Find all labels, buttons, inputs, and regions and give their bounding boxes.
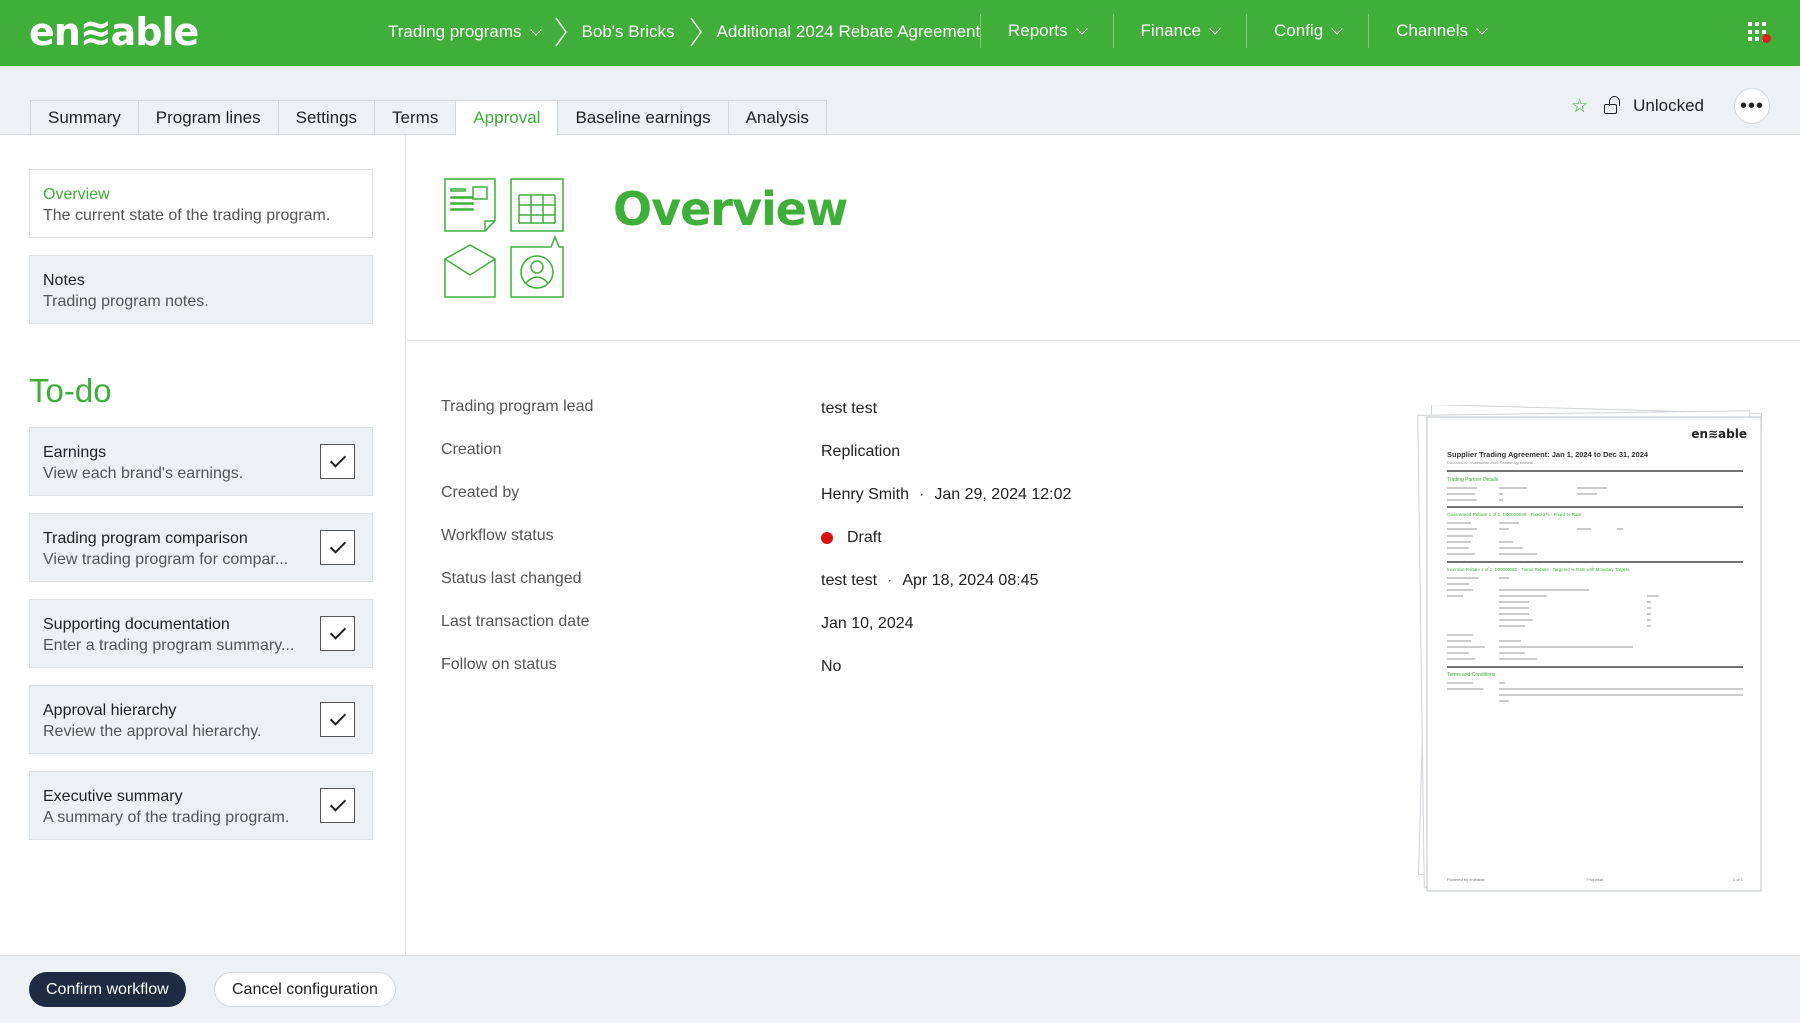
todo-item-executive-summary[interactable]: Executive summary A summary of the tradi… — [29, 771, 373, 840]
todo-checkbox[interactable] — [320, 444, 355, 479]
doc-section-2: Guaranteed Rebate 1 of 1: D00000049 - Fi… — [1447, 512, 1582, 517]
todo-checkbox[interactable] — [320, 788, 355, 823]
todo-heading: To-do — [29, 372, 112, 409]
checkmark-icon — [329, 537, 346, 554]
tab-analysis[interactable]: Analysis — [727, 100, 827, 135]
doc-section-1: Trading Partner Details — [1447, 477, 1499, 483]
unlock-icon — [1604, 96, 1621, 114]
checkmark-icon — [329, 709, 346, 726]
chevron-down-icon — [1075, 23, 1088, 35]
top-bar: en≋able Trading programs Bob's Bricks Ad… — [0, 0, 1800, 66]
sidebar-item-overview[interactable]: Overview The current state of the tradin… — [29, 169, 373, 238]
status-dot-icon — [821, 532, 833, 544]
nav-channels[interactable]: Channels — [1368, 14, 1513, 48]
field-status-last-changed: Status last changed test test · Apr 18, … — [441, 570, 1039, 589]
nav-finance[interactable]: Finance — [1112, 14, 1246, 48]
breadcrumb-bobs-bricks[interactable]: Bob's Bricks — [582, 22, 675, 42]
cancel-configuration-button[interactable]: Cancel configuration — [214, 972, 396, 1007]
separator-dot: · — [887, 572, 893, 589]
checkmark-icon — [329, 795, 346, 812]
tab-program-lines[interactable]: Program lines — [137, 100, 278, 135]
overview-illustration-icon — [444, 178, 564, 298]
doc-section-3: Incentive Rebate 1 of 1: D00000050 - Tie… — [1447, 567, 1630, 572]
page-title: Overview — [613, 182, 848, 236]
tab-settings[interactable]: Settings — [277, 100, 375, 135]
todo-item-earnings[interactable]: Earnings View each brand's earnings. — [29, 427, 373, 496]
separator-dot: · — [919, 486, 925, 503]
tab-approval[interactable]: Approval — [455, 100, 558, 136]
doc-section-4: Terms and Conditions — [1447, 672, 1496, 678]
tabs: Summary Program lines Settings Terms App… — [30, 100, 827, 136]
breadcrumb-separator-icon — [689, 17, 702, 46]
notification-dot — [1762, 34, 1771, 43]
ellipsis-icon[interactable]: ••• — [1734, 88, 1770, 124]
doc-logo: en≋able — [1691, 427, 1747, 441]
field-creation: Creation Replication — [441, 441, 901, 460]
divider — [407, 340, 1800, 341]
chevron-down-icon — [1209, 23, 1221, 35]
doc-footer-mid: Proposal — [1587, 877, 1603, 882]
lock-status-label[interactable]: Unlocked — [1633, 96, 1704, 116]
tab-terms[interactable]: Terms — [374, 100, 456, 135]
agreement-document-preview[interactable]: en≋able Supplier Trading Agreement: Jan … — [1407, 405, 1779, 905]
todo-checkbox[interactable] — [320, 616, 355, 651]
status-badge: Draft — [847, 529, 882, 546]
tab-baseline-earnings[interactable]: Baseline earnings — [557, 100, 728, 135]
todo-checkbox[interactable] — [320, 530, 355, 565]
breadcrumb-trading-programs[interactable]: Trading programs — [388, 22, 542, 42]
nav-config[interactable]: Config — [1246, 14, 1368, 48]
breadcrumb-current-program[interactable]: Additional 2024 Rebate Agreement — [717, 22, 981, 42]
todo-item-supporting-docs[interactable]: Supporting documentation Enter a trading… — [29, 599, 373, 668]
footer-bar: Confirm workflow Cancel configuration — [0, 955, 1800, 1023]
breadcrumb-separator-icon — [554, 17, 567, 46]
field-last-transaction-date: Last transaction date Jan 10, 2024 — [441, 613, 914, 632]
doc-footer-left: Powered by en≋able — [1447, 877, 1485, 882]
checkmark-icon — [329, 451, 346, 468]
tab-summary[interactable]: Summary — [30, 100, 138, 135]
chevron-down-icon — [1331, 23, 1343, 35]
doc-title: Supplier Trading Agreement: Jan 1, 2024 … — [1447, 450, 1649, 459]
confirm-workflow-button[interactable]: Confirm workflow — [29, 972, 186, 1007]
breadcrumb: Trading programs Bob's Bricks Additional… — [388, 0, 980, 63]
field-workflow-status: Workflow status Draft — [441, 527, 882, 546]
field-created-by: Created by Henry Smith · Jan 29, 2024 12… — [441, 484, 1072, 503]
toolbar: ☆ Unlocked ••• — [1571, 88, 1770, 124]
nav-reports[interactable]: Reports — [980, 14, 1113, 48]
todo-item-comparison[interactable]: Trading program comparison View trading … — [29, 513, 373, 582]
tab-bar: Summary Program lines Settings Terms App… — [0, 66, 1800, 136]
field-follow-on-status: Follow on status No — [441, 656, 842, 675]
todo-checkbox[interactable] — [320, 702, 355, 737]
field-program-lead: Trading program lead test test — [441, 398, 878, 417]
chevron-down-icon — [529, 23, 542, 36]
star-icon[interactable]: ☆ — [1571, 95, 1588, 118]
doc-subtitle: D00000026 - Additional 2024 Rebate Agree… — [1447, 460, 1534, 465]
sidebar-item-notes[interactable]: Notes Trading program notes. — [29, 255, 373, 324]
main-nav: Reports Finance Config Channels — [980, 14, 1513, 48]
enable-logo[interactable]: en≋able — [29, 10, 199, 54]
doc-footer-right: 1 of 1 — [1733, 877, 1744, 882]
checkmark-icon — [329, 623, 346, 640]
todo-item-approval-hierarchy[interactable]: Approval hierarchy Review the approval h… — [29, 685, 373, 754]
chevron-down-icon — [1476, 23, 1488, 35]
